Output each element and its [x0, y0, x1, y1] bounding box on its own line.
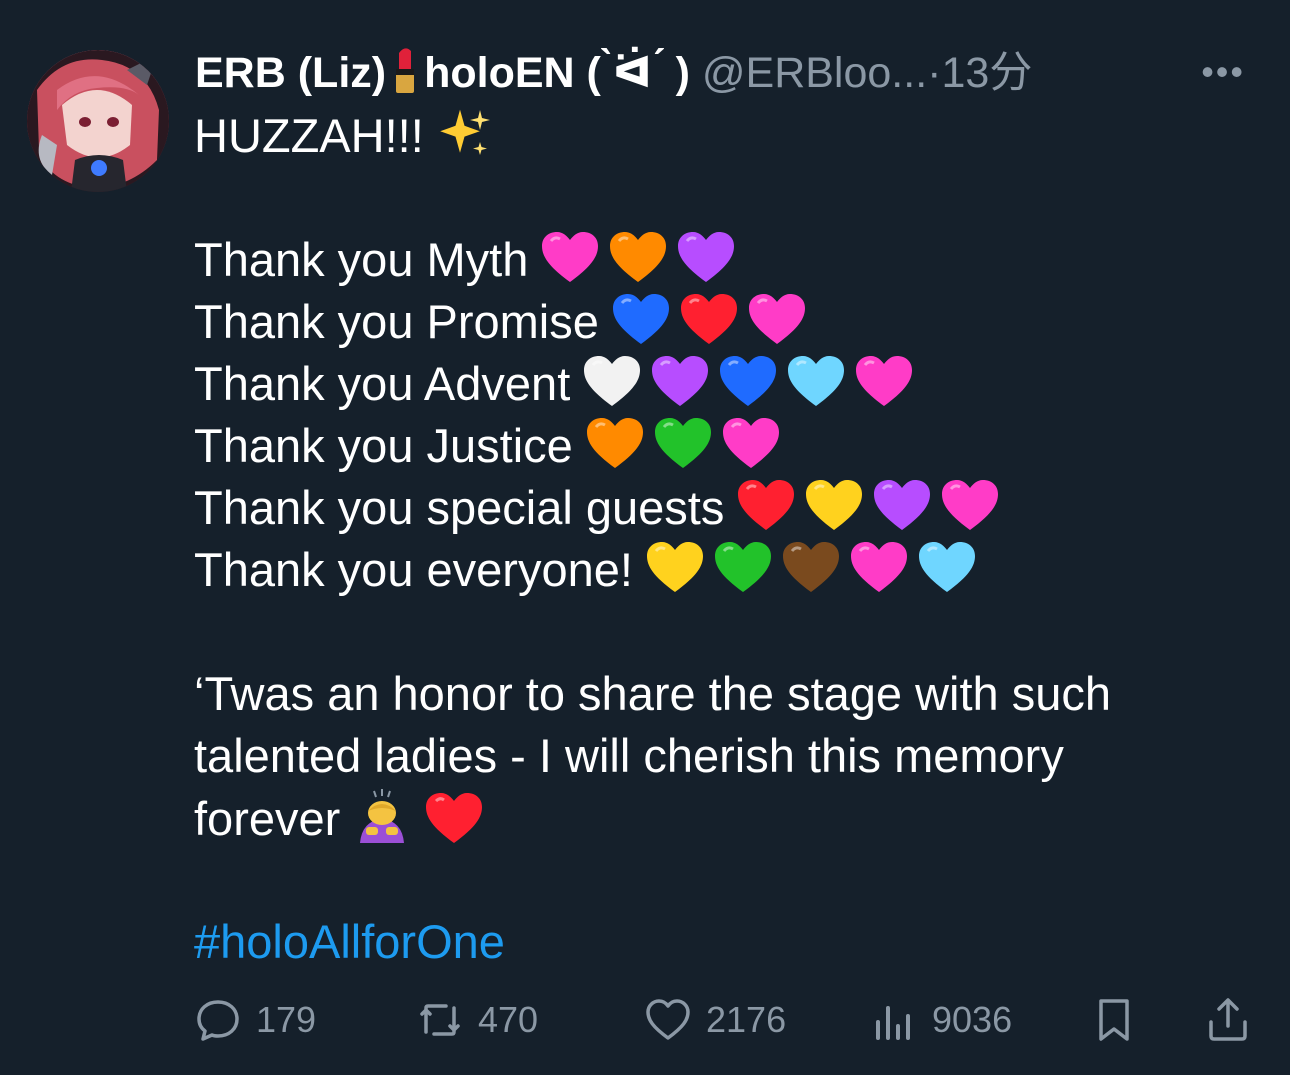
heart-icon: [713, 540, 773, 594]
tweet: ERB (Liz) holoEN ( ̀ᐛ ́ ) @ERBloo...·13分 …: [0, 0, 1290, 1075]
share-icon: [1209, 998, 1247, 1041]
tweet-body: HUZZAH!!! Thank you Myth Thank you Promis…: [194, 105, 1254, 973]
heart-icon: [611, 292, 671, 346]
thanks-list: Thank you Myth Thank you Promise Thank you…: [194, 229, 1254, 601]
heart-icon: [849, 540, 909, 594]
heart-icon: [676, 230, 736, 284]
heart-icon: [679, 292, 739, 346]
heart-emojis: [645, 540, 985, 609]
heart-emojis: [582, 354, 922, 423]
heart-icon: [653, 416, 713, 470]
paragraph-line-1: ‘Twas an honor to share the stage with s…: [194, 667, 1112, 720]
action-bar: 179 470 2176 9036: [194, 990, 1264, 1050]
heart-icon: [540, 230, 600, 284]
timestamp[interactable]: 13分: [941, 49, 1032, 97]
heart-icon: [582, 354, 642, 408]
heart-icon: [721, 416, 781, 470]
sparkles-icon: [436, 106, 492, 177]
reply-count: 179: [256, 999, 317, 1040]
separator: ·: [927, 49, 942, 97]
hashtag-line: #holoAllforOne: [194, 911, 1254, 973]
tweet-line-1: HUZZAH!!!: [194, 105, 1254, 167]
heart-icon: [650, 354, 710, 408]
more-options-icon[interactable]: •••: [1201, 54, 1245, 90]
views-count: 9036: [932, 999, 1013, 1040]
lipstick-icon: [390, 45, 420, 95]
reply-icon: [197, 1000, 239, 1041]
thanks-line: Thank you Promise: [194, 291, 1254, 353]
like-icon: [646, 999, 690, 1040]
heart-icon: [872, 478, 932, 532]
huzzah-text: HUZZAH!!!: [194, 109, 424, 162]
heart-emojis: [736, 478, 1008, 547]
heart-emojis: [540, 230, 744, 299]
forever-text: forever: [194, 792, 341, 845]
author-handle[interactable]: @ERBloo...: [702, 49, 927, 97]
heart-icon: [781, 540, 841, 594]
heart-icon: [804, 478, 864, 532]
avatar-image: [27, 50, 169, 192]
bookmark-icon: [1099, 999, 1129, 1041]
thanks-text: Thank you Myth: [194, 233, 529, 286]
heart-icon: [917, 540, 977, 594]
views-button[interactable]: 9036: [870, 990, 1012, 1050]
red-heart-icon: [424, 791, 484, 860]
thanks-text: Thank you Promise: [194, 295, 599, 348]
heart-icon: [736, 478, 796, 532]
heart-emojis: [585, 416, 789, 485]
tweet-header: ERB (Liz) holoEN ( ̀ᐛ ́ ) @ERBloo...·13分 …: [195, 44, 1275, 102]
paragraph-line-2: talented ladies - I will cherish this me…: [194, 729, 1064, 782]
bowing-person-icon: [352, 787, 412, 860]
like-count: 2176: [706, 999, 787, 1040]
paragraph-line-3: forever: [194, 787, 1254, 849]
share-button[interactable]: [1204, 990, 1266, 1050]
thanks-text: Thank you Justice: [194, 419, 573, 472]
avatar[interactable]: [27, 50, 169, 192]
retweet-button[interactable]: 470: [416, 990, 538, 1050]
author-name[interactable]: ERB (Liz): [195, 49, 386, 97]
retweet-count: 470: [478, 999, 539, 1040]
heart-emojis: [611, 292, 815, 361]
heart-icon: [940, 478, 1000, 532]
thanks-text: Thank you special guests: [194, 481, 725, 534]
thanks-line: Thank you Advent: [194, 353, 1254, 415]
author-name-suffix[interactable]: holoEN ( ̀ᐛ ́ ): [424, 49, 690, 97]
thanks-line: Thank you everyone!: [194, 539, 1254, 601]
heart-icon: [718, 354, 778, 408]
retweet-icon: [420, 1004, 460, 1036]
thanks-line: Thank you Justice: [194, 415, 1254, 477]
reply-button[interactable]: 179: [194, 990, 316, 1050]
heart-icon: [608, 230, 668, 284]
views-icon: [876, 1006, 910, 1040]
bookmark-button[interactable]: [1090, 990, 1152, 1050]
heart-icon: [645, 540, 705, 594]
heart-icon: [854, 354, 914, 408]
thanks-text: Thank you Advent: [194, 357, 571, 410]
hashtag-link[interactable]: #holoAllforOne: [194, 915, 505, 968]
heart-icon: [585, 416, 645, 470]
like-button[interactable]: 2176: [644, 990, 786, 1050]
heart-icon: [786, 354, 846, 408]
thanks-line: Thank you Myth: [194, 229, 1254, 291]
thanks-line: Thank you special guests: [194, 477, 1254, 539]
thanks-text: Thank you everyone!: [194, 543, 633, 596]
heart-icon: [747, 292, 807, 346]
